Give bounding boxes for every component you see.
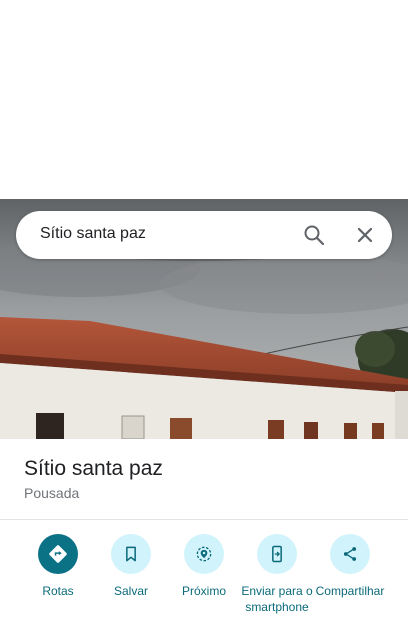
send-to-phone-icon (257, 534, 297, 574)
bookmark-icon (111, 534, 151, 574)
nearby-button[interactable]: Próximo (165, 534, 243, 599)
share-label: Compartilhar (315, 584, 385, 598)
save-button[interactable]: Salvar (92, 534, 170, 599)
search-bar[interactable]: Sítio santa paz (16, 211, 392, 259)
send-to-phone-label: Enviar para o smartphone (241, 584, 313, 614)
search-input[interactable]: Sítio santa paz (40, 225, 146, 243)
directions-button[interactable]: Rotas (19, 534, 97, 599)
directions-icon (38, 534, 78, 574)
divider (0, 519, 408, 520)
nearby-label: Próximo (181, 584, 226, 598)
share-icon (330, 534, 370, 574)
directions-label: Rotas (42, 584, 74, 598)
place-category: Pousada (24, 485, 80, 501)
nearby-icon (184, 534, 224, 574)
place-title: Sítio santa paz (24, 457, 163, 480)
save-label: Salvar (113, 584, 148, 598)
map-blank-area (0, 0, 408, 199)
send-to-phone-button[interactable]: Enviar para o smartphone (238, 534, 316, 615)
search-icon[interactable] (302, 223, 326, 247)
share-button[interactable]: Compartilhar (311, 534, 389, 599)
close-icon[interactable] (353, 223, 377, 247)
